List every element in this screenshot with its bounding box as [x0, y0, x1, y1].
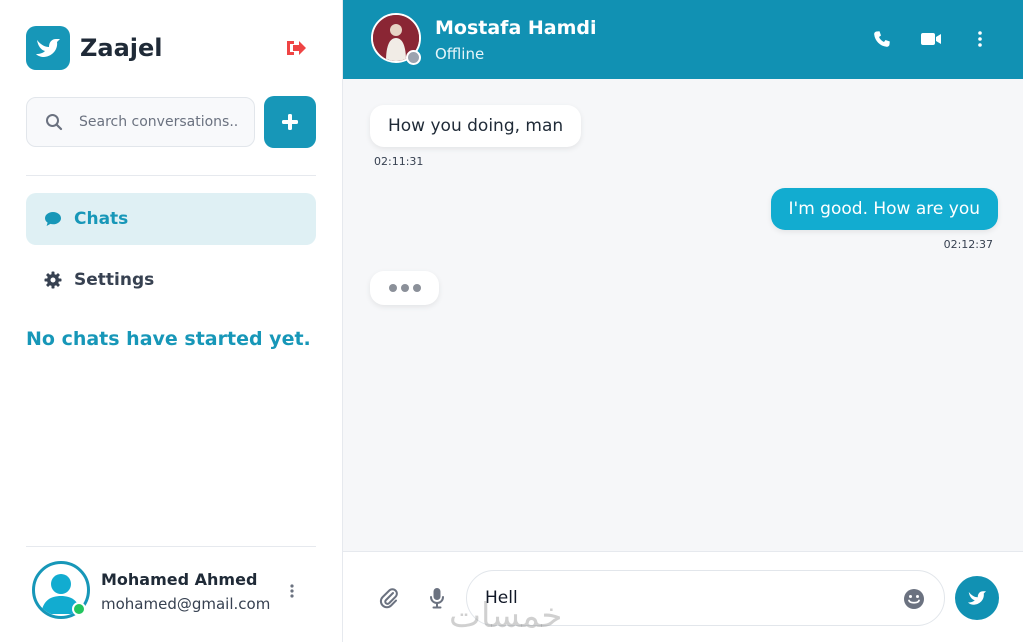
new-chat-button[interactable]	[264, 96, 316, 148]
nav-item-chats[interactable]: Chats	[26, 193, 316, 245]
offline-status-dot	[406, 50, 421, 65]
message-composer: خمسات	[343, 551, 1023, 642]
typing-dot	[388, 284, 397, 292]
search-input[interactable]	[79, 114, 239, 130]
user-profile: Mohamed Ahmed mohamed@gmail.com	[32, 561, 316, 621]
smiley-icon[interactable]	[902, 587, 926, 611]
message-timestamp: 02:12:37	[943, 238, 993, 251]
gear-icon	[44, 271, 62, 289]
message-bubble-incoming: How you doing, man	[370, 105, 582, 147]
microphone-icon[interactable]	[427, 586, 447, 610]
empty-chats-message: No chats have started yet.	[26, 328, 311, 350]
plus-icon	[282, 114, 298, 130]
typing-dot	[412, 284, 421, 292]
send-button[interactable]	[955, 576, 999, 620]
message-timestamp: 02:11:31	[374, 155, 424, 168]
bird-logo-icon	[26, 26, 70, 70]
message-bubble-outgoing: I'm good. How are you	[770, 188, 998, 230]
search-box[interactable]	[26, 97, 255, 147]
chat-header: Mostafa Hamdi Offline	[343, 0, 1023, 79]
message-list[interactable]: How you doing, man 02:11:31 I'm good. Ho…	[343, 79, 1023, 551]
sidebar: Zaajel Chats	[0, 0, 343, 642]
contact-name: Mostafa Hamdi	[435, 17, 597, 39]
nav-label-settings: Settings	[74, 270, 155, 290]
chat-bubble-icon	[44, 210, 62, 228]
typing-indicator	[370, 271, 439, 305]
divider	[26, 546, 316, 547]
more-vertical-icon[interactable]	[284, 581, 300, 601]
nav-item-settings[interactable]: Settings	[26, 254, 316, 306]
search-icon	[46, 114, 63, 131]
video-icon[interactable]	[920, 28, 942, 50]
phone-icon[interactable]	[871, 28, 893, 50]
typing-dot	[400, 284, 409, 292]
online-status-dot	[72, 602, 86, 616]
user-email: mohamed@gmail.com	[101, 595, 271, 613]
paperclip-icon[interactable]	[377, 586, 401, 610]
divider	[26, 175, 316, 176]
contact-status-text: Offline	[435, 45, 485, 63]
app-name: Zaajel	[80, 34, 163, 62]
logout-icon[interactable]	[284, 36, 308, 60]
more-vertical-icon[interactable]	[969, 28, 991, 50]
user-name: Mohamed Ahmed	[101, 570, 258, 589]
nav-label-chats: Chats	[74, 209, 129, 229]
bird-send-icon	[968, 591, 986, 605]
watermark: خمسات	[449, 596, 563, 636]
brand: Zaajel	[26, 26, 163, 70]
